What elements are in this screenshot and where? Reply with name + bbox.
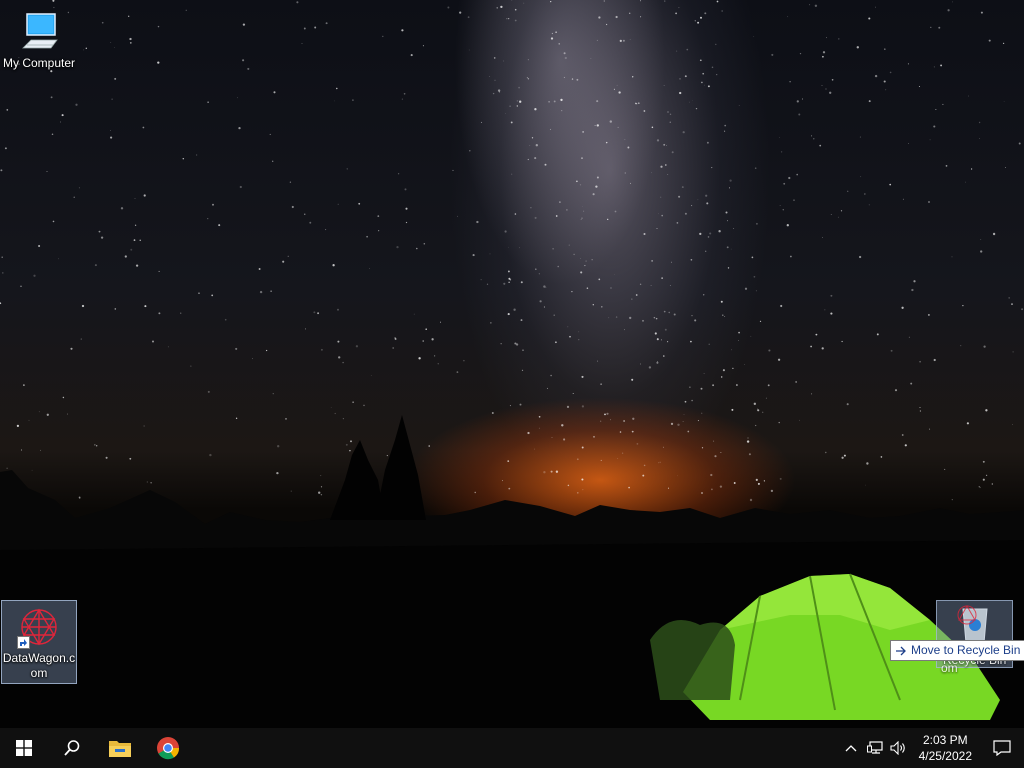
- network-icon: [866, 741, 883, 754]
- drag-ghost-label: om: [941, 661, 958, 675]
- taskbar-chrome[interactable]: [144, 728, 192, 768]
- start-button[interactable]: [0, 728, 48, 768]
- show-hidden-icons-button[interactable]: [839, 728, 863, 768]
- datawagon-app-icon: [17, 605, 61, 649]
- windows-start-icon: [16, 740, 32, 756]
- action-center-icon: [993, 740, 1011, 756]
- mountain-silhouette: [0, 415, 1024, 728]
- file-explorer-icon: [109, 741, 131, 757]
- desktop-icon-label: My Computer: [2, 56, 76, 70]
- arrow-right-icon: [896, 646, 906, 655]
- volume-icon: [890, 741, 905, 755]
- desktop-icon-datawagon[interactable]: DataWagon.com: [1, 600, 77, 684]
- monitor-icon: [17, 10, 61, 54]
- drag-drop-tooltip-text: Move to Recycle Bin: [911, 643, 1021, 657]
- clock-time: 2:03 PM: [922, 733, 968, 747]
- shortcut-arrow-icon: [17, 636, 30, 649]
- network-button[interactable]: [863, 728, 887, 768]
- chrome-icon: [157, 737, 180, 760]
- desktop-icon-my-computer[interactable]: My Computer: [1, 6, 77, 71]
- taskbar-clock[interactable]: 2:03 PM 4/25/2022: [911, 732, 980, 764]
- taskbar: 2:03 PM 4/25/2022: [0, 728, 1024, 768]
- search-button[interactable]: [48, 728, 96, 768]
- chevron-up-icon: [845, 745, 857, 752]
- taskbar-file-explorer[interactable]: [96, 728, 144, 768]
- action-center-button[interactable]: [980, 728, 1024, 768]
- desktop-wallpaper: [0, 0, 1024, 728]
- system-tray: 2:03 PM 4/25/2022: [839, 728, 1024, 768]
- volume-button[interactable]: [887, 728, 911, 768]
- desktop-icon-label: DataWagon.com: [2, 651, 76, 680]
- clock-date: 4/25/2022: [918, 749, 972, 763]
- search-icon: [64, 740, 80, 756]
- drag-drop-tooltip: Move to Recycle Bin: [890, 640, 1024, 661]
